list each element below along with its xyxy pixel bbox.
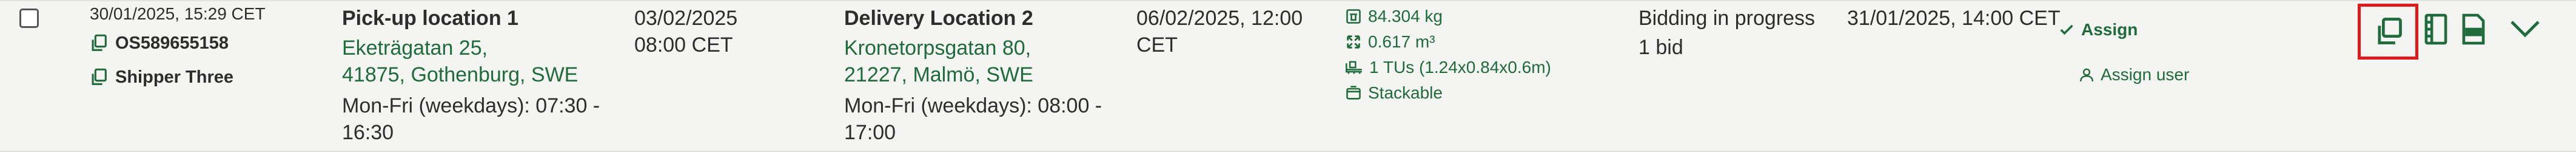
delivery-date: 06/02/2025, 12:00: [1136, 7, 1303, 30]
pdf-button[interactable]: [2460, 12, 2487, 46]
assign-button[interactable]: Assign: [2058, 18, 2138, 41]
delivery-address-line2: 21227, Malmö, SWE: [844, 63, 1033, 86]
bid-count: 1 bid: [1639, 36, 1683, 59]
assign-label: Assign: [2081, 20, 2138, 39]
delivery-title: Delivery Location 2: [844, 7, 1033, 30]
document-icon[interactable]: [2422, 12, 2450, 46]
pickup-title: Pick-up location 1: [342, 7, 518, 30]
shipper-name: Shipper Three: [115, 67, 233, 87]
cargo-stackable-value: Stackable: [1368, 83, 1443, 102]
pickup-time: 08:00 CET: [634, 33, 733, 57]
row-divider-top: [0, 0, 2576, 1]
cargo-weight: 84.304 kg: [1345, 5, 1443, 28]
copy-icon[interactable]: [2373, 15, 2404, 47]
delivery-hours-line1: Mon-Fri (weekdays): 08:00 -: [844, 94, 1102, 117]
cargo-weight-value: 84.304 kg: [1368, 7, 1443, 26]
shipment-row: 30/01/2025, 15:29 CET OS589655158 Shippe…: [0, 0, 2576, 152]
expand-row-button[interactable]: [2508, 16, 2542, 40]
bidding-deadline: 31/01/2025, 14:00 CET: [1847, 7, 2061, 30]
expand-arrows-icon: [1345, 33, 1362, 50]
cargo-volume-value: 0.617 m³: [1368, 32, 1435, 51]
pickup-date: 03/02/2025: [634, 7, 738, 30]
status-label: Bidding in progress: [1639, 7, 1816, 30]
shipper-link[interactable]: Shipper Three: [89, 66, 233, 89]
weight-icon: [1345, 8, 1362, 25]
pdf-icon[interactable]: [2460, 12, 2487, 46]
checkmark-icon: [2058, 21, 2075, 38]
cargo-tus: 1 TUs (1.24x0.84x0.6m): [1345, 56, 1551, 79]
order-id-copy[interactable]: OS589655158: [89, 32, 229, 55]
assign-user-label: Assign user: [2101, 65, 2190, 84]
delivery-hours-line2: 17:00: [844, 121, 896, 144]
user-icon: [2079, 67, 2095, 83]
company-icon: [89, 67, 109, 88]
delivery-address-line1: Kronetorpsgatan 80,: [844, 36, 1031, 60]
cargo-stackable: Stackable: [1345, 81, 1443, 105]
chevron-down-icon[interactable]: [2508, 16, 2542, 40]
order-id: OS589655158: [115, 33, 229, 53]
created-timestamp: 30/01/2025, 15:29 CET: [90, 4, 266, 23]
row-select-checkbox[interactable]: [19, 9, 39, 28]
copy-order-button[interactable]: [2358, 4, 2418, 60]
cargo-volume: 0.617 m³: [1345, 30, 1435, 54]
pickup-address-line1: Eketrägatan 25,: [342, 36, 488, 60]
cargo-tus-value: 1 TUs (1.24x0.84x0.6m): [1369, 58, 1551, 77]
copy-icon[interactable]: [89, 33, 109, 54]
pickup-hours-line1: Mon-Fri (weekdays): 07:30 -: [342, 94, 600, 117]
assign-user-button[interactable]: Assign user: [2079, 63, 2189, 86]
delivery-date-timezone: CET: [1136, 33, 1178, 57]
document-button[interactable]: [2422, 12, 2450, 46]
stack-box-icon: [1345, 85, 1362, 102]
pallet-icon: [1345, 59, 1363, 76]
pickup-hours-line2: 16:30: [342, 121, 394, 144]
pickup-address-line2: 41875, Gothenburg, SWE: [342, 63, 579, 86]
